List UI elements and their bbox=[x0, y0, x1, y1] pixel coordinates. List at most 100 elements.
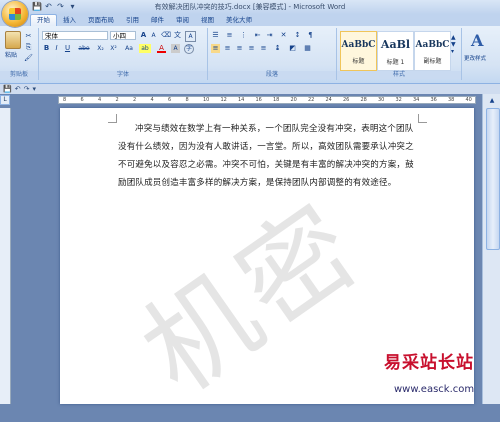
format-painter-icon[interactable]: 🖌 bbox=[24, 54, 33, 63]
office-button[interactable] bbox=[2, 1, 28, 27]
ruler-number: 40 bbox=[465, 97, 472, 103]
tab-selector[interactable]: L bbox=[0, 95, 10, 105]
paste-icon[interactable] bbox=[5, 31, 21, 49]
ruler-number: 16 bbox=[255, 97, 262, 103]
italic-button[interactable]: I bbox=[52, 44, 61, 53]
style-name: 标题 1 bbox=[386, 59, 405, 66]
strikethrough-button[interactable]: abe bbox=[77, 44, 91, 53]
style-name: 副标题 bbox=[423, 58, 442, 65]
ruler-number: 4 bbox=[150, 97, 154, 103]
justify-icon[interactable]: ≡ bbox=[247, 44, 256, 53]
customize-qa-icon[interactable]: ▾ bbox=[68, 2, 77, 11]
ruler-number: 30 bbox=[378, 97, 385, 103]
style-tile-heading1[interactable]: AaBl 标题 1 bbox=[377, 31, 414, 71]
undo-icon[interactable]: ↶ bbox=[44, 2, 53, 11]
tab-insert[interactable]: 插入 bbox=[57, 14, 82, 26]
tab-mailings[interactable]: 邮件 bbox=[145, 14, 170, 26]
ruler-number: 28 bbox=[360, 97, 367, 103]
scroll-thumb[interactable] bbox=[486, 108, 500, 250]
subscript-button[interactable]: X₂ bbox=[95, 44, 106, 53]
horizontal-ruler[interactable]: 8 6 4 2 2 4 6 8 10 12 14 16 18 20 22 24 26 28 30 32 34 36 38 40 bbox=[58, 96, 476, 104]
ruler-number: 12 bbox=[220, 97, 227, 103]
save-icon[interactable]: 💾 bbox=[32, 2, 42, 11]
style-tile-subtitle[interactable]: AaBbC 副标题 bbox=[414, 31, 451, 71]
tab-home[interactable]: 开始 bbox=[30, 14, 57, 26]
copy-icon[interactable]: ⎘ bbox=[24, 43, 33, 52]
ruler-number: 20 bbox=[290, 97, 297, 103]
tab-view[interactable]: 视图 bbox=[195, 14, 220, 26]
ruler-number: 10 bbox=[203, 97, 210, 103]
change-styles-icon[interactable]: A bbox=[471, 31, 483, 50]
show-marks-icon[interactable]: ¶ bbox=[306, 31, 315, 40]
paragraph-group: ☰ ≡ ⋮ ⇤ ⇥ ✕ ↕ ¶ ≡ ≡ ≡ ≡ ≡ ↨ ◩ ▦ 段落 bbox=[208, 28, 337, 80]
font-name-select[interactable]: 宋体 bbox=[42, 31, 108, 40]
underline-button[interactable]: U bbox=[63, 44, 72, 53]
styles-label: 样式 bbox=[337, 71, 461, 79]
shrink-font-button[interactable]: A bbox=[149, 31, 158, 40]
align-right-icon[interactable]: ≡ bbox=[235, 44, 244, 53]
borders-icon[interactable]: ▦ bbox=[303, 44, 312, 53]
save-icon[interactable]: 💾 bbox=[3, 84, 12, 94]
superscript-button[interactable]: X² bbox=[108, 44, 119, 53]
site-watermark-url: www.easck.com bbox=[394, 384, 475, 395]
undo-icon[interactable]: ↶ bbox=[15, 84, 21, 94]
ruler-number: 4 bbox=[98, 97, 102, 103]
bullets-icon[interactable]: ☰ bbox=[211, 31, 220, 40]
bold-button[interactable]: B bbox=[42, 44, 51, 53]
font-group: 宋体 小四 A A ⌫ 文 A B I U abe X₂ X² Aa ab A … bbox=[39, 28, 208, 80]
style-sample: AaBbC bbox=[341, 40, 376, 50]
styles-scroll-icon[interactable]: ▲ ▼ ▾ bbox=[451, 34, 456, 55]
site-watermark-name: 易采站长站 bbox=[384, 353, 474, 373]
ribbon-tabs: 开始 插入 页面布局 引用 邮件 审阅 视图 美化大师 bbox=[0, 14, 500, 26]
tab-review[interactable]: 审阅 bbox=[170, 14, 195, 26]
customize-qa-icon[interactable]: ▾ bbox=[32, 84, 36, 94]
cut-icon[interactable]: ✂ bbox=[24, 32, 33, 41]
clipboard-group: 粘贴 ✂ ⎘ 🖌 剪贴板 bbox=[0, 28, 39, 80]
sort-icon[interactable]: ↕ bbox=[293, 31, 302, 40]
clear-format-icon[interactable]: ⌫ bbox=[161, 31, 171, 40]
align-left-icon[interactable]: ≡ bbox=[211, 44, 220, 53]
ruler-number: 18 bbox=[273, 97, 280, 103]
font-color-button[interactable]: A bbox=[157, 44, 166, 53]
redo-icon[interactable]: ↷ bbox=[56, 2, 65, 11]
ruler-number: 8 bbox=[63, 97, 67, 103]
paste-label[interactable]: 粘贴 bbox=[5, 50, 17, 59]
enclose-char-icon[interactable]: 字 bbox=[184, 44, 194, 54]
phonetic-button[interactable]: 文 bbox=[173, 31, 182, 40]
char-border-button[interactable]: A bbox=[185, 31, 196, 42]
ruler-number: 34 bbox=[413, 97, 420, 103]
numbering-icon[interactable]: ≡ bbox=[225, 31, 234, 40]
style-tile-title[interactable]: AaBbC 标题 bbox=[340, 31, 377, 71]
style-name: 标题 bbox=[352, 58, 365, 65]
style-sample: AaBbC bbox=[415, 40, 450, 50]
ruler-number: 2 bbox=[133, 97, 137, 103]
ruler-number: 2 bbox=[115, 97, 119, 103]
tab-beautify[interactable]: 美化大师 bbox=[220, 14, 258, 26]
ruler-number: 14 bbox=[238, 97, 245, 103]
highlight-button[interactable]: ab bbox=[139, 44, 151, 53]
align-center-icon[interactable]: ≡ bbox=[223, 44, 232, 53]
grow-font-button[interactable]: A bbox=[139, 31, 148, 40]
style-sample: AaBl bbox=[380, 38, 411, 51]
office-logo-icon bbox=[9, 8, 21, 20]
char-shading-button[interactable]: A bbox=[171, 44, 180, 53]
distribute-icon[interactable]: ≡ bbox=[259, 44, 268, 53]
change-styles-label[interactable]: 更改样式 bbox=[464, 54, 486, 62]
multilevel-list-icon[interactable]: ⋮ bbox=[239, 31, 248, 40]
ruler-number: 6 bbox=[80, 97, 84, 103]
scroll-up-icon[interactable]: ▲ bbox=[486, 96, 498, 106]
decrease-indent-icon[interactable]: ⇤ bbox=[253, 31, 262, 40]
vertical-ruler[interactable] bbox=[0, 108, 11, 404]
increase-indent-icon[interactable]: ⇥ bbox=[265, 31, 274, 40]
chinese-layout-icon[interactable]: ✕ bbox=[279, 31, 288, 40]
shading-icon[interactable]: ◩ bbox=[288, 44, 297, 53]
ruler-number: 36 bbox=[430, 97, 437, 103]
line-spacing-icon[interactable]: ↨ bbox=[273, 44, 282, 53]
redo-icon[interactable]: ↷ bbox=[24, 84, 30, 94]
change-case-button[interactable]: Aa bbox=[123, 44, 135, 53]
tab-references[interactable]: 引用 bbox=[120, 14, 145, 26]
font-size-select[interactable]: 小四 bbox=[110, 31, 136, 40]
tab-page-layout[interactable]: 页面布局 bbox=[82, 14, 120, 26]
margin-mark bbox=[108, 114, 117, 123]
vertical-scrollbar[interactable]: ▲ bbox=[482, 94, 500, 404]
